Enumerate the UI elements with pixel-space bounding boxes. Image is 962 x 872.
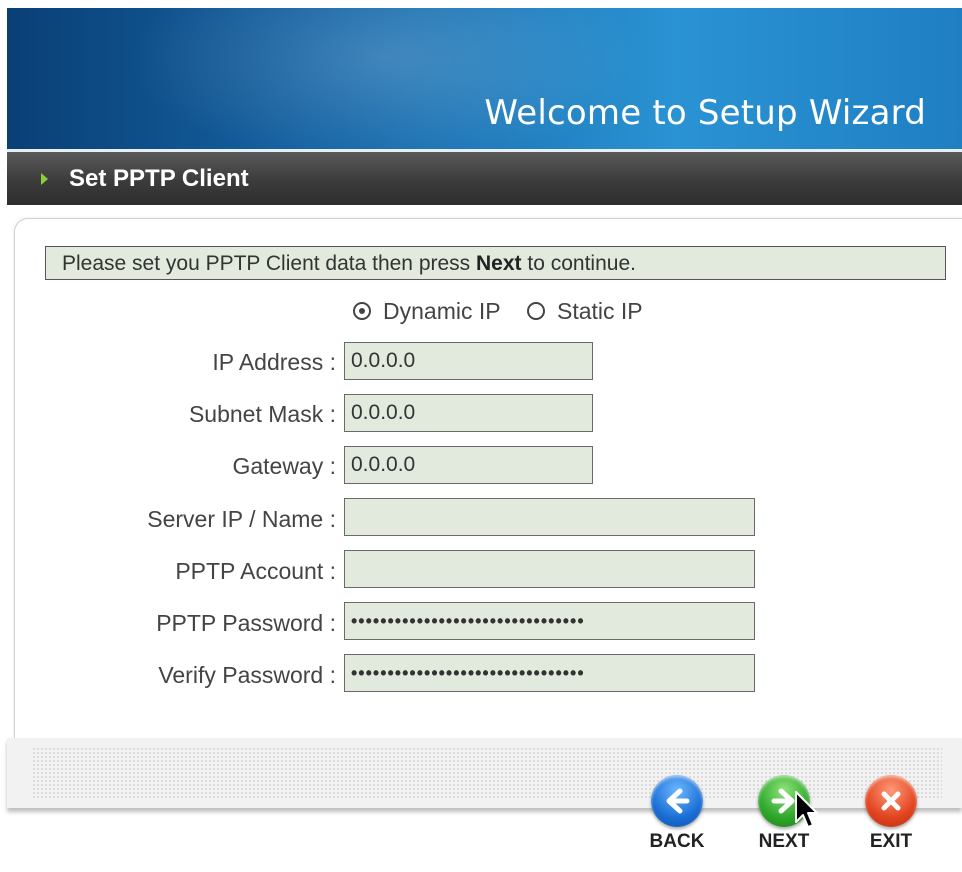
notice-next-emphasis: Next (476, 252, 522, 275)
exit-label: EXIT (869, 831, 913, 852)
arrow-left-icon[interactable] (651, 775, 703, 827)
close-icon[interactable] (865, 775, 917, 827)
notice-text-before: Please set you PPTP Client data then pre… (62, 252, 477, 275)
ip-address-label: IP Address : (212, 349, 336, 375)
pptp-password-label: PPTP Password : (156, 610, 336, 636)
gateway-input[interactable]: 0.0.0.0 (344, 446, 593, 484)
section-header: Set PPTP Client (7, 152, 962, 205)
radio-checked-icon[interactable] (353, 302, 371, 320)
arrow-right-icon (41, 173, 48, 185)
notice-text-after: to continue. (521, 252, 636, 275)
subnet-mask-input[interactable]: 0.0.0.0 (344, 394, 593, 432)
dynamic-ip-label: Dynamic IP (383, 298, 501, 324)
gateway-label: Gateway : (232, 453, 336, 479)
static-ip-radio[interactable]: Static IP (526, 298, 643, 325)
page-title: Welcome to Setup Wizard (484, 93, 926, 133)
back-button[interactable]: BACK (642, 775, 712, 853)
radio-unchecked-icon[interactable] (526, 302, 545, 320)
exit-button[interactable]: EXIT (856, 775, 926, 853)
dynamic-ip-radio[interactable]: Dynamic IP (353, 298, 501, 325)
pptp-account-input[interactable] (344, 550, 755, 588)
verify-password-label: Verify Password : (158, 662, 336, 688)
ip-address-input[interactable]: 0.0.0.0 (344, 342, 593, 380)
pptp-password-input[interactable]: •••••••••••••••••••••••••••••••• (344, 602, 755, 640)
ip-mode-radio-group: Dynamic IP Static IP (353, 298, 663, 325)
verify-password-input[interactable]: •••••••••••••••••••••••••••••••• (344, 654, 755, 692)
back-label: BACK (649, 831, 705, 852)
subnet-mask-label: Subnet Mask : (188, 401, 336, 427)
server-ip-input[interactable] (344, 498, 755, 536)
header-banner: Welcome to Setup Wizard (7, 8, 962, 149)
pptp-account-label: PPTP Account : (175, 558, 336, 584)
instruction-notice: Please set you PPTP Client data then pre… (45, 246, 946, 280)
static-ip-label: Static IP (556, 298, 643, 324)
section-title: Set PPTP Client (69, 165, 249, 192)
mouse-pointer-icon (794, 790, 820, 835)
server-ip-label: Server IP / Name : (147, 506, 336, 532)
